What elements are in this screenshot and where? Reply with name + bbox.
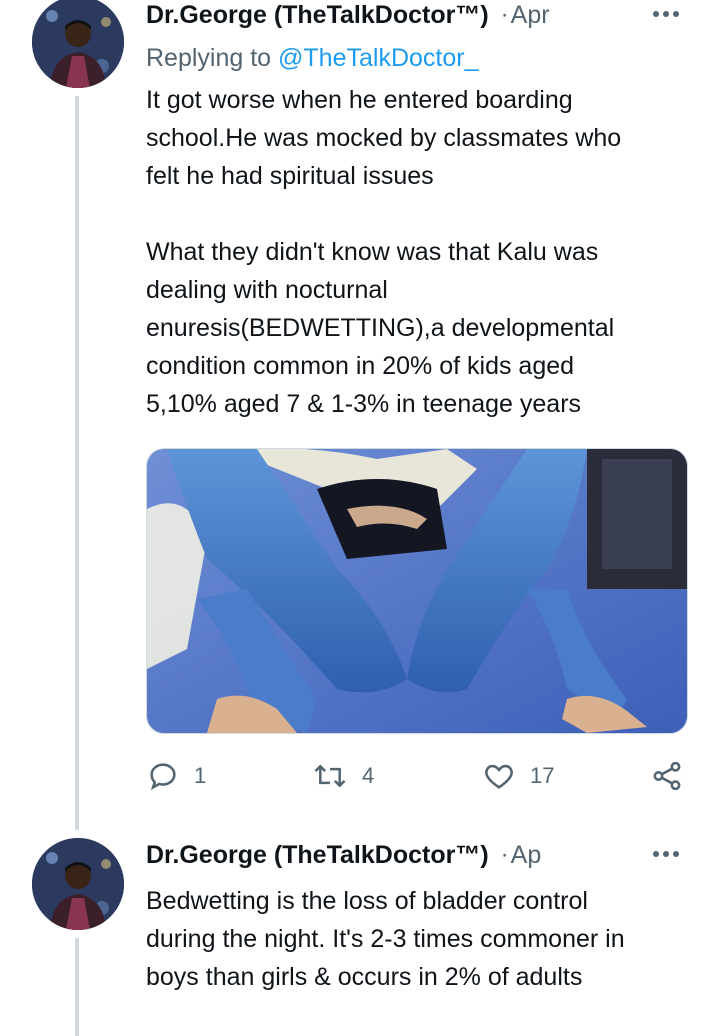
tweet-line: What they didn't know was that Kalu was [146,238,599,266]
heart-icon [485,764,513,789]
tweet-line: dealing with nocturnal [146,276,388,304]
tweet-line: enuresis(BEDWETTING),a developmental [146,314,615,342]
avatar[interactable] [32,0,124,88]
tweet-line: Bedwetting is the loss of bladder contro… [146,887,588,915]
retweet-icon [314,764,346,788]
reply-count: 1 [194,763,207,788]
tweet-line: during the night. It's 2-3 times commone… [146,925,625,953]
thread-line-bottom [75,938,79,1036]
reply-icon [150,763,176,791]
replying-prefix: Replying to [146,44,272,72]
tweet-photo[interactable] [146,448,688,734]
tweet-text: It got worse when he entered boarding sc… [146,81,708,423]
avatar[interactable] [32,838,124,930]
tweet-line: 5,10% aged 7 & 1-3% in teenage years [146,390,582,418]
more-options-icon[interactable] [646,2,686,26]
tweet-line: boys than girls & occurs in 2% of adults [146,963,583,991]
tweet-text: Bedwetting is the loss of bladder contro… [146,882,708,996]
timestamp[interactable]: Ap [511,841,542,870]
tweet-header: Dr.George (TheTalkDoctor™) · Ap [146,840,708,870]
author-name[interactable]: Dr.George (TheTalkDoctor™) [146,841,489,870]
replying-to: Replying to @TheTalkDoctor_ [146,44,708,73]
header-separator: · [500,841,509,868]
replying-handle[interactable]: @TheTalkDoctor_ [278,44,478,72]
tweet-line: felt he had spiritual issues [146,162,434,190]
tweet-actions: 1 4 17 [146,756,692,796]
reply-button[interactable]: 1 [146,756,206,796]
tweet-line: condition common in 20% of kids aged [146,352,575,380]
tweet-line: It got worse when he entered boarding [146,86,573,114]
more-options-icon[interactable] [646,842,686,866]
tweet-1[interactable]: Dr.George (TheTalkDoctor™) · Apr Replyin… [146,0,708,423]
tweet-line: school.He was mocked by classmates who [146,124,622,152]
share-icon [653,761,681,791]
retweet-count: 4 [362,763,375,788]
author-name[interactable]: Dr.George (TheTalkDoctor™) [146,1,489,30]
header-separator: · [500,1,509,28]
tweet-2[interactable]: Dr.George (TheTalkDoctor™) · Ap Bedwetti… [146,840,708,996]
tweet-header: Dr.George (TheTalkDoctor™) · Apr [146,0,708,30]
thread-line-top [75,96,79,830]
like-button[interactable]: 17 [482,756,554,796]
timestamp[interactable]: Apr [511,1,550,30]
share-button[interactable] [650,756,684,796]
like-count: 17 [530,763,555,788]
retweet-button[interactable]: 4 [312,756,374,796]
